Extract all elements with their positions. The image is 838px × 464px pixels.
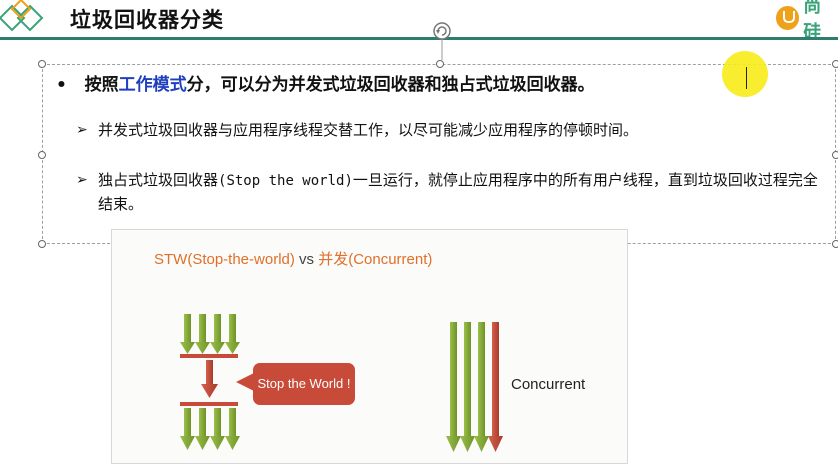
resize-handle-top-right[interactable] <box>832 60 838 68</box>
green-arrow-icon <box>460 322 475 452</box>
stw-bottom-arrows <box>180 408 240 450</box>
text-caret <box>746 67 747 89</box>
sub-item-marker: ➢ <box>76 122 88 138</box>
stw-bottom-bar <box>180 402 238 406</box>
green-arrow-icon <box>195 314 210 354</box>
red-arrow-icon <box>201 360 218 398</box>
green-arrow-icon <box>225 408 240 450</box>
bullet-marker: • <box>56 75 67 95</box>
green-arrow-icon <box>225 314 240 354</box>
bullet-main: • 按照工作模式分，可以分为并发式垃圾回收器和独占式垃圾回收器。 <box>56 70 595 95</box>
sub-item-marker: ➢ <box>76 172 88 188</box>
green-arrow-icon <box>210 408 225 450</box>
stw-callout-label: Stop the World ! <box>257 376 351 391</box>
stw-callout-tail <box>236 373 254 391</box>
resize-handle-right[interactable] <box>832 151 838 159</box>
resize-handle-top[interactable] <box>436 60 444 68</box>
resize-handle-left[interactable] <box>38 151 46 159</box>
sub-item-concurrent: ➢ 并发式垃圾回收器与应用程序线程交替工作，以尽可能减少应用程序的停顿时间。 <box>76 119 838 142</box>
resize-handle-bottom-right[interactable] <box>832 240 838 248</box>
green-arrow-icon <box>195 408 210 450</box>
red-arrow-icon <box>488 322 503 452</box>
green-arrow-icon <box>180 314 195 354</box>
stw-top-arrows <box>180 314 240 354</box>
bullet-suffix: 分，可以分为并发式垃圾回收器和独占式垃圾回收器。 <box>186 75 595 95</box>
rotate-handle-icon[interactable] <box>430 20 454 66</box>
header-rule <box>0 37 838 40</box>
brand-logo-icon <box>776 6 800 30</box>
sub-item-text-before: 独占式垃圾回收器 <box>98 171 219 189</box>
concurrent-label: Concurrent <box>511 376 586 393</box>
bullet-highlight: 工作模式 <box>118 75 187 95</box>
stw-vs-concurrent-figure[interactable]: STW(Stop-the-world) vs 并发(Concurrent) St… <box>111 229 628 464</box>
green-arrow-icon <box>446 322 461 452</box>
slide-title: 垃圾回收器分类 <box>70 8 224 32</box>
sub-item-exclusive: ➢ 独占式垃圾回收器(Stop the world)一旦运行，就停止应用程序中的… <box>76 169 818 216</box>
green-arrow-icon <box>474 322 489 452</box>
diamond-logo-icon <box>0 0 44 32</box>
stw-top-bar <box>180 354 238 358</box>
concurrent-arrows <box>446 322 503 452</box>
green-arrow-icon <box>180 408 195 450</box>
sub-item-text: 并发式垃圾回收器与应用程序线程交替工作，以尽可能减少应用程序的停顿时间。 <box>98 121 639 139</box>
figure-drawing <box>180 314 503 452</box>
resize-handle-top-left[interactable] <box>38 60 46 68</box>
cursor-highlight <box>722 51 768 97</box>
green-arrow-icon <box>210 314 225 354</box>
sub-item-text-mono: (Stop the world) <box>218 173 353 189</box>
slide-header: 垃圾回收器分类 尚硅 <box>0 0 838 43</box>
brand-logo: 尚硅 <box>776 0 838 43</box>
resize-handle-bottom-left[interactable] <box>38 240 46 248</box>
bullet-prefix: 按照 <box>84 75 119 95</box>
